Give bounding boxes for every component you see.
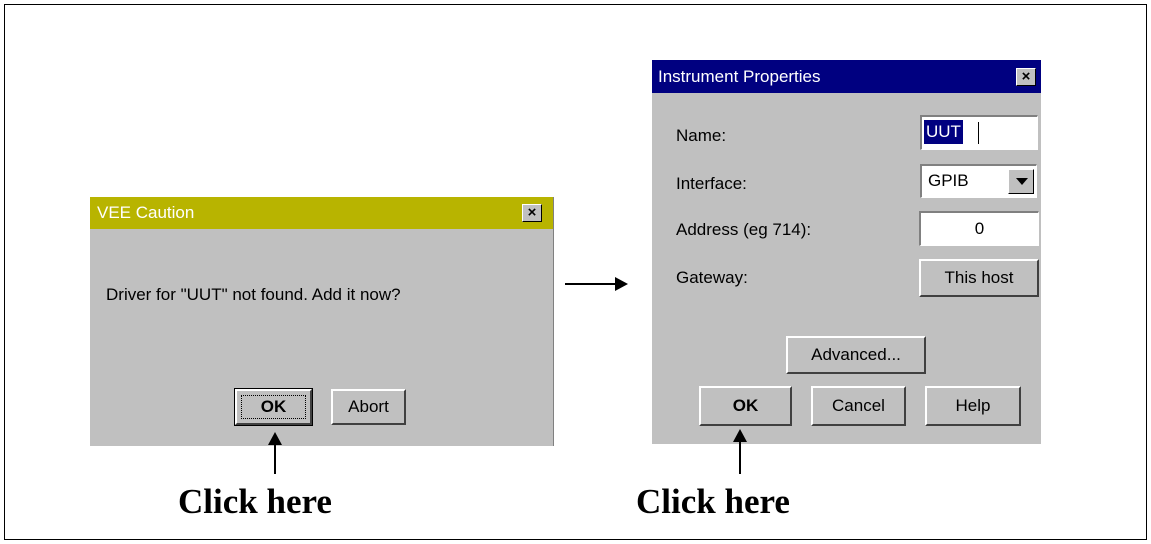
gateway-button[interactable]: This host (919, 259, 1039, 297)
text-caret (978, 122, 979, 144)
up-arrow-icon (268, 432, 282, 474)
caption-click-here-left: Click here (178, 482, 332, 521)
caution-title: VEE Caution (97, 203, 195, 222)
properties-title: Instrument Properties (658, 67, 821, 86)
ok-button[interactable]: OK (234, 388, 313, 426)
address-label: Address (eg 714): (676, 220, 812, 239)
abort-button[interactable]: Abort (331, 389, 406, 425)
help-button[interactable]: Help (925, 386, 1021, 426)
name-value: UUT (924, 120, 963, 144)
right-arrow-icon (565, 277, 628, 291)
address-field[interactable]: 0 (919, 211, 1039, 246)
instrument-properties-dialog: Instrument Properties × Name: UUT Interf… (652, 60, 1041, 444)
properties-title-bar[interactable]: Instrument Properties × (652, 60, 1041, 93)
cancel-button[interactable]: Cancel (811, 386, 906, 426)
interface-label: Interface: (676, 174, 747, 193)
advanced-button[interactable]: Advanced... (786, 336, 926, 374)
up-arrow-icon (733, 429, 747, 474)
caution-title-bar[interactable]: VEE Caution × (90, 197, 553, 229)
focus-rect (241, 395, 306, 419)
close-icon[interactable]: × (522, 204, 542, 222)
close-icon[interactable]: × (1016, 68, 1036, 86)
chevron-down-icon[interactable] (1008, 169, 1034, 194)
interface-value: GPIB (928, 171, 969, 190)
name-field[interactable]: UUT (920, 115, 1038, 150)
gateway-label: Gateway: (676, 268, 748, 287)
name-label: Name: (676, 126, 727, 145)
caption-click-here-right: Click here (636, 482, 790, 521)
ok-button[interactable]: OK (699, 386, 792, 426)
vee-caution-dialog: VEE Caution × Driver for "UUT" not found… (90, 197, 554, 446)
caution-message: Driver for "UUT" not found. Add it now? (106, 285, 401, 304)
interface-select[interactable]: GPIB (920, 164, 1037, 198)
